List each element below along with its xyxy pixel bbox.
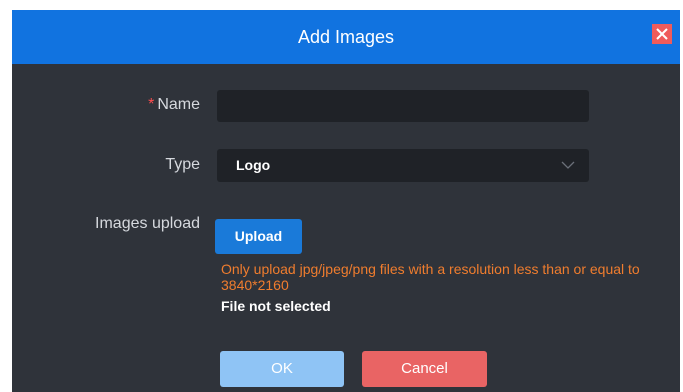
add-images-dialog: Add Images * Name Type Logo Images upload… [12,10,680,392]
ok-button[interactable]: OK [220,351,344,387]
type-select[interactable]: Logo [217,149,589,182]
type-selected-value: Logo [236,157,271,173]
file-status: File not selected [221,298,331,314]
upload-button[interactable]: Upload [215,219,302,254]
cancel-button[interactable]: Cancel [362,351,487,387]
required-mark: * [148,96,155,113]
name-label-text: Name [157,96,200,113]
type-label: Type [165,156,200,173]
name-label: * Name [102,96,200,114]
images-upload-label: Images upload [95,215,200,232]
dialog-header: Add Images [12,10,680,64]
chevron-down-icon [561,161,575,169]
name-input[interactable] [217,90,589,122]
close-icon [656,28,668,40]
upload-hint: Only upload jpg/jpeg/png files with a re… [221,261,640,293]
dialog-title: Add Images [297,27,395,47]
close-button[interactable] [652,24,672,44]
